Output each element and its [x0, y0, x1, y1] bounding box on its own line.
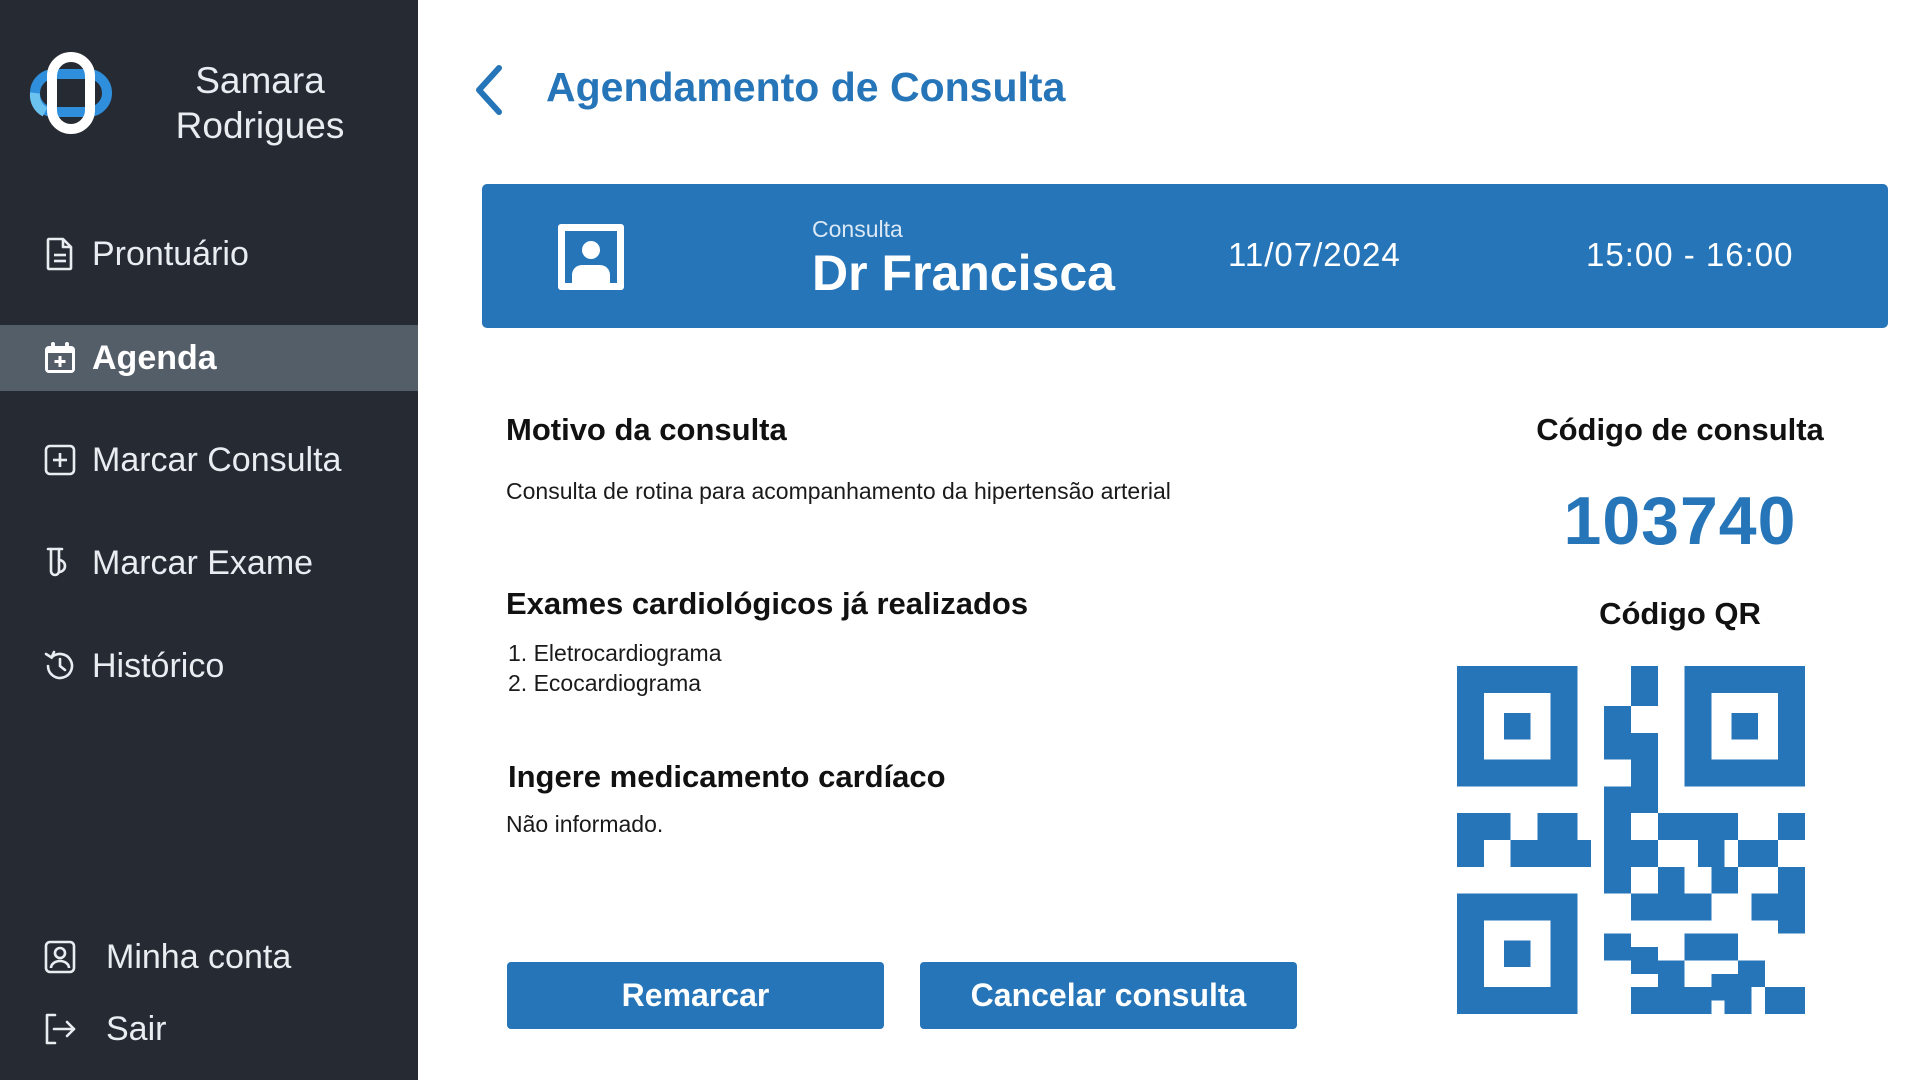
list-item: 2. Ecocardiograma [508, 670, 702, 696]
main-content: Agendamento de Consulta Consulta Dr Fran… [418, 0, 1920, 1080]
exams-title: Exames cardiológicos já realizados [506, 586, 1029, 621]
sidebar-item-label: Marcar Consulta [92, 440, 342, 479]
sidebar-item-label: Minha conta [106, 937, 292, 976]
sidebar-item-label: Agenda [92, 338, 217, 377]
sidebar-item-sair[interactable]: Sair [0, 996, 418, 1062]
user-badge-icon [42, 939, 78, 975]
user-name: Samara Rodrigues [150, 58, 370, 148]
document-icon [42, 236, 78, 272]
sidebar-item-prontuario[interactable]: Prontuário [0, 221, 418, 287]
calendar-icon [42, 340, 78, 376]
cancel-appointment-button[interactable]: Cancelar consulta [920, 962, 1297, 1029]
user-first-name: Samara [195, 60, 325, 101]
exam-list: 1. Eletrocardiograma 2. Ecocardiograma [508, 638, 722, 698]
reason-text: Consulta de rotina para acompanhamento d… [506, 478, 1171, 504]
chevron-left-icon [476, 65, 502, 115]
back-button[interactable] [468, 62, 512, 118]
sidebar-item-marcar-consulta[interactable]: Marcar Consulta [0, 427, 418, 493]
sidebar: Samara Rodrigues Prontuário Agenda Marca… [0, 0, 418, 1080]
test-tube-icon [42, 545, 78, 581]
appointment-card: Consulta Dr Francisca 11/07/2024 15:00 -… [482, 184, 1888, 328]
user-last-name: Rodrigues [175, 105, 345, 146]
medication-text: Não informado. [506, 811, 664, 837]
qr-code [1457, 666, 1805, 1014]
appointment-date: 11/07/2024 [1228, 236, 1401, 273]
reschedule-button[interactable]: Remarcar [507, 962, 884, 1029]
page-title: Agendamento de Consulta [546, 64, 1066, 110]
sidebar-item-label: Sair [106, 1009, 167, 1048]
sidebar-item-label: Prontuário [92, 234, 249, 273]
list-item: 1. Eletrocardiograma [508, 640, 722, 666]
plus-square-icon [42, 442, 78, 478]
qr-code-title: Código QR [1599, 596, 1761, 631]
doctor-portrait-icon [558, 224, 624, 290]
logo-icon [29, 52, 112, 134]
history-icon [42, 648, 78, 684]
logout-icon [42, 1011, 78, 1047]
sidebar-item-label: Histórico [92, 646, 225, 685]
sidebar-item-minha-conta[interactable]: Minha conta [0, 924, 418, 990]
appointment-code-title: Código de consulta [1536, 412, 1824, 447]
appointment-time: 15:00 - 16:00 [1586, 236, 1794, 273]
sidebar-item-historico[interactable]: Histórico [0, 633, 418, 699]
appointment-kicker: Consulta [812, 216, 903, 242]
medication-title: Ingere medicamento cardíaco [508, 759, 946, 794]
appointment-code: 103740 [1563, 483, 1797, 559]
sidebar-item-label: Marcar Exame [92, 543, 314, 582]
brand: Samara Rodrigues [0, 40, 418, 150]
doctor-name: Dr Francisca [812, 245, 1115, 301]
reason-title: Motivo da consulta [506, 412, 787, 447]
sidebar-item-marcar-exame[interactable]: Marcar Exame [0, 530, 418, 596]
sidebar-item-agenda[interactable]: Agenda [0, 325, 418, 391]
